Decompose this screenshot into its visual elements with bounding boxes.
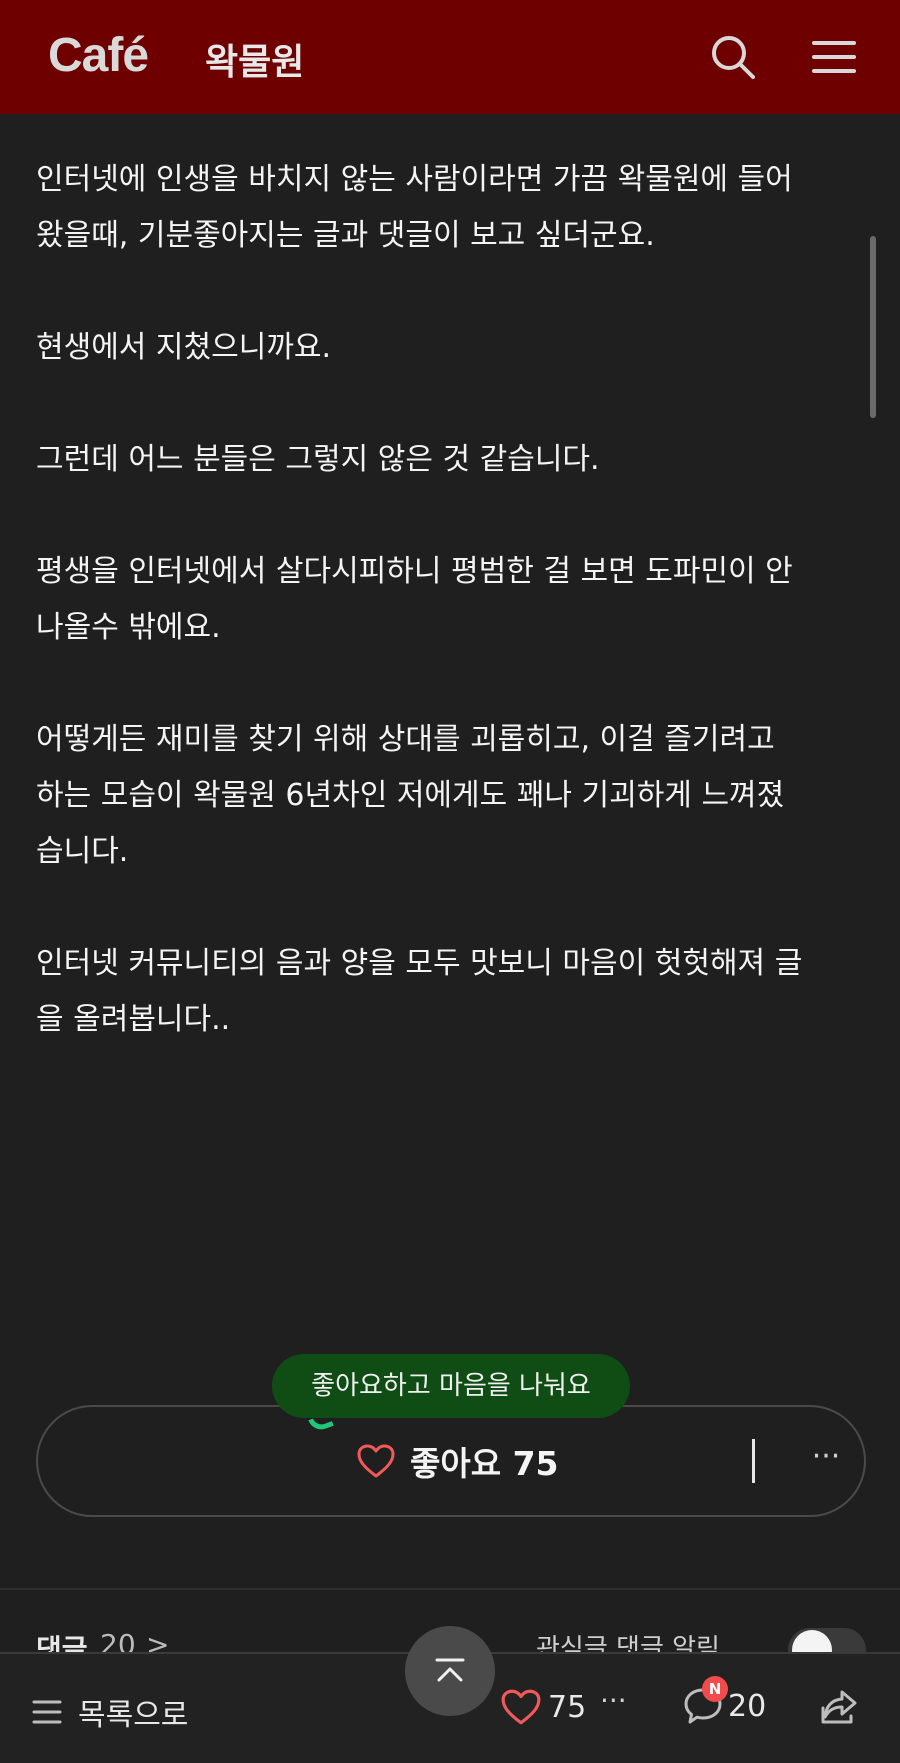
hamburger-menu-icon[interactable] <box>808 31 860 83</box>
cafe-logo[interactable]: Café <box>48 28 149 83</box>
comment-count: 20 <box>728 1688 767 1724</box>
list-icon <box>32 1700 62 1724</box>
bottom-comment-button[interactable]: N 20 <box>682 1676 767 1726</box>
article-paragraph: 인터넷 커뮤니티의 음과 양을 모두 맛보니 마음이 헛헛해져 글 을 올려봅니… <box>36 946 803 1037</box>
like-panel: 좋아요 75 ··· <box>36 1405 866 1517</box>
back-to-list-label: 목록으로 <box>78 1698 189 1733</box>
like-count: 75 <box>548 1689 587 1725</box>
comment-icon-wrap: N <box>682 1676 728 1726</box>
more-options-button[interactable]: ··· <box>600 1684 627 1717</box>
divider <box>0 1588 900 1590</box>
scrollbar-thumb[interactable] <box>870 236 876 418</box>
like-tooltip: 좋아요하고 마음을 나눠요 <box>272 1354 630 1418</box>
heart-icon <box>357 1444 395 1478</box>
divider <box>752 1439 755 1483</box>
article-paragraph: 어떻게든 재미를 찾기 위해 상대를 괴롭히고, 이걸 즐기려고 하는 모습이 … <box>36 722 785 869</box>
article-paragraph: 그런데 어느 분들은 그렇지 않은 것 같습니다. <box>36 442 600 477</box>
heart-icon <box>501 1689 541 1725</box>
article-paragraph: 현생에서 지쳤으니까요. <box>36 330 332 365</box>
scroll-to-top-button[interactable] <box>405 1626 495 1716</box>
like-label: 좋아요 75 <box>410 1444 559 1483</box>
article-body: 인터넷에 인생을 바치지 않는 사람이라면 가끔 왁물원에 들어 왔을때, 기분… <box>36 152 866 1104</box>
bottom-like-button[interactable]: 75 <box>500 1688 586 1726</box>
cafe-name[interactable]: 왁물원 <box>205 33 304 85</box>
arrow-to-top-icon <box>435 1658 465 1682</box>
app-header: Café 왁물원 <box>0 0 900 114</box>
more-options-button[interactable]: ··· <box>796 1429 856 1489</box>
search-icon[interactable] <box>707 31 759 83</box>
article-paragraph: 인터넷에 인생을 바치지 않는 사람이라면 가끔 왁물원에 들어 왔을때, 기분… <box>36 162 793 253</box>
article-paragraph: 평생을 인터넷에서 살다시피하니 평범한 걸 보면 도파민이 안 나올수 밖에요… <box>36 554 793 645</box>
back-to-list-button[interactable]: 목록으로 <box>32 1690 188 1734</box>
like-button[interactable]: 좋아요 75 <box>356 1407 559 1515</box>
new-badge: N <box>702 1676 728 1702</box>
share-icon[interactable] <box>818 1686 860 1732</box>
